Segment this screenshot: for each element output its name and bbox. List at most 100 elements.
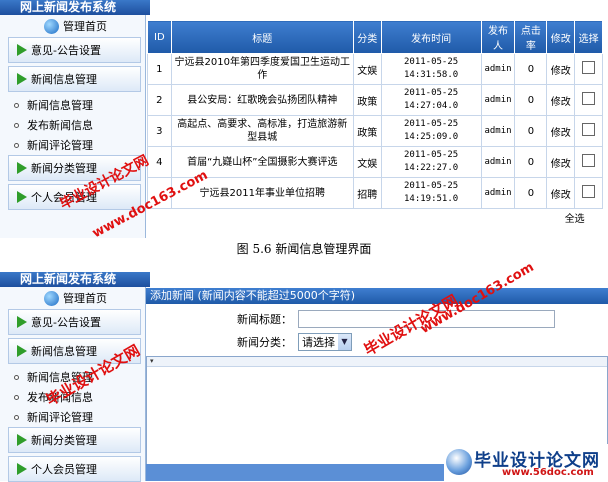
menu-member-management[interactable]: 个人会员管理 <box>8 456 141 482</box>
select-all-button[interactable]: 全选 <box>546 208 603 225</box>
edit-link[interactable]: 修改 <box>546 146 576 178</box>
cell-select <box>574 53 603 85</box>
arrow-icon <box>17 191 27 203</box>
arrow-icon <box>17 73 27 85</box>
cell-author: admin <box>480 53 516 85</box>
cell-id: 3 <box>147 115 172 147</box>
time-text: 14:25:09.0 <box>403 132 459 142</box>
arrow-icon <box>17 316 27 328</box>
time-text: 14:31:58.0 <box>403 70 459 80</box>
col-author: 发布人 <box>480 20 516 54</box>
bullet-icon <box>14 122 19 128</box>
menu-label: 个人会员管理 <box>31 463 97 476</box>
row-checkbox[interactable] <box>582 92 596 105</box>
table-row: 宁远县2011年事业单位招聘 招聘 2011-05-25 14:19:51.0 a… <box>147 177 603 209</box>
table-row: 4 首届“九嶷山杯”全国摄影大赛评选 文娱 2011-05-25 14:22:27… <box>147 146 603 178</box>
subitem-label: 发布新闻信息 <box>27 119 93 132</box>
home-link[interactable]: 管理首页 <box>0 287 145 309</box>
edit-link[interactable]: 修改 <box>546 115 576 147</box>
subitem-comment-management[interactable]: 新闻评论管理 <box>0 135 145 155</box>
home-label: 管理首页 <box>63 292 107 305</box>
edit-link[interactable]: 修改 <box>546 53 576 85</box>
cell-date: 2011-05-25 14:19:51.0 <box>380 177 482 209</box>
cell-category: 文娱 <box>352 146 382 178</box>
select-value: 请选择 <box>302 336 335 349</box>
date-text: 2011-05-25 <box>403 88 459 98</box>
subitem-label: 新闻信息管理 <box>27 99 93 112</box>
bullet-icon <box>14 142 19 148</box>
cell-category: 文娱 <box>352 53 382 85</box>
col-edit: 修改 <box>546 20 576 54</box>
col-clicks: 点击率 <box>514 20 548 54</box>
cell-id: 4 <box>147 146 172 178</box>
row-checkbox[interactable] <box>582 154 596 167</box>
subitem-comment-management[interactable]: 新闻评论管理 <box>0 407 145 427</box>
globe-icon <box>44 290 59 306</box>
cell-category: 政策 <box>352 84 382 116</box>
cell-clicks: 0 <box>514 53 548 85</box>
news-management-panel: 网上新闻发布系统 管理首页 意见-公告设置 新闻信息管理 新闻信息管理 发布新闻… <box>0 0 608 241</box>
row-checkbox[interactable] <box>582 185 596 198</box>
cell-select <box>574 115 603 147</box>
brand-logo-block: 毕业设计论文网 www.56doc.com <box>444 444 608 481</box>
time-text: 14:19:51.0 <box>403 194 459 204</box>
row-checkbox[interactable] <box>582 61 596 74</box>
menu-label: 新闻分类管理 <box>31 162 97 175</box>
brand-url: www.56doc.com <box>502 467 594 478</box>
cell-date: 2011-05-25 14:25:09.0 <box>380 115 482 147</box>
arrow-icon <box>17 44 27 56</box>
cell-category: 政策 <box>352 115 382 147</box>
col-title: 标题 <box>170 20 354 54</box>
subitem-label: 新闻评论管理 <box>27 411 93 424</box>
bullet-icon <box>14 102 19 108</box>
menu-notice-settings[interactable]: 意见-公告设置 <box>8 37 141 63</box>
cell-title[interactable]: 宁远县2010年第四季度爱国卫生运动工作 <box>170 53 354 85</box>
arrow-icon <box>17 463 27 475</box>
subitem-label: 新闻评论管理 <box>27 139 93 152</box>
menu-label: 新闻信息管理 <box>31 345 97 358</box>
news-title-label: 新闻标题： <box>237 313 292 326</box>
edit-link[interactable]: 修改 <box>546 177 576 209</box>
arrow-icon <box>17 162 27 174</box>
cell-title[interactable]: 县公安局：红歌晚会弘扬团队精神 <box>170 84 354 116</box>
menu-notice-settings[interactable]: 意见-公告设置 <box>8 309 141 335</box>
cell-author: admin <box>480 177 516 209</box>
chevron-down-icon: ▼ <box>338 334 351 350</box>
menu-news-management[interactable]: 新闻信息管理 <box>8 66 141 92</box>
date-text: 2011-05-25 <box>403 150 459 160</box>
cell-clicks: 0 <box>514 146 548 178</box>
col-id: ID <box>147 20 172 54</box>
arrow-icon <box>17 434 27 446</box>
cell-id: 2 <box>147 84 172 116</box>
cell-clicks: 0 <box>514 84 548 116</box>
cell-date: 2011-05-25 14:31:58.0 <box>380 53 482 85</box>
col-select: 选择 <box>574 20 603 54</box>
toolbar-dropdown-icon[interactable]: ▾ <box>150 357 154 365</box>
time-text: 14:27:04.0 <box>403 101 459 111</box>
cell-select <box>574 146 603 178</box>
table-row: 3 高起点、高要求、高标准，打造旅游新型县城 政策 2011-05-25 14:2… <box>147 115 603 147</box>
col-category: 分类 <box>352 20 382 54</box>
cell-author: admin <box>480 84 516 116</box>
date-text: 2011-05-25 <box>403 57 459 67</box>
news-category-select[interactable]: 请选择 ▼ <box>298 333 352 351</box>
subitem-news-management[interactable]: 新闻信息管理 <box>0 95 145 115</box>
edit-link[interactable]: 修改 <box>546 84 576 116</box>
menu-label: 新闻分类管理 <box>31 434 97 447</box>
menu-label: 意见-公告设置 <box>31 44 101 57</box>
globe-logo-icon <box>446 449 472 475</box>
home-link[interactable]: 管理首页 <box>0 15 145 37</box>
date-text: 2011-05-25 <box>403 119 459 129</box>
news-category-label: 新闻分类： <box>237 336 292 349</box>
row-checkbox[interactable] <box>582 123 596 136</box>
cell-title[interactable]: 高起点、高要求、高标准，打造旅游新型县城 <box>170 115 354 147</box>
cell-category: 招聘 <box>352 177 382 209</box>
app-title: 网上新闻发布系统 <box>0 272 150 287</box>
figure-caption: 图 5.6 新闻信息管理界面 <box>236 242 372 256</box>
arrow-icon <box>17 345 27 357</box>
menu-category-management[interactable]: 新闻分类管理 <box>8 427 141 453</box>
table-header-row: ID 标题 分类 发布时间 发布人 点击率 修改 选择 <box>147 20 603 54</box>
table-row: 1 宁远县2010年第四季度爱国卫生运动工作 文娱 2011-05-25 14:3… <box>147 53 603 85</box>
editor-toolbar: ▾ <box>147 357 607 367</box>
subitem-publish-news[interactable]: 发布新闻信息 <box>0 115 145 135</box>
